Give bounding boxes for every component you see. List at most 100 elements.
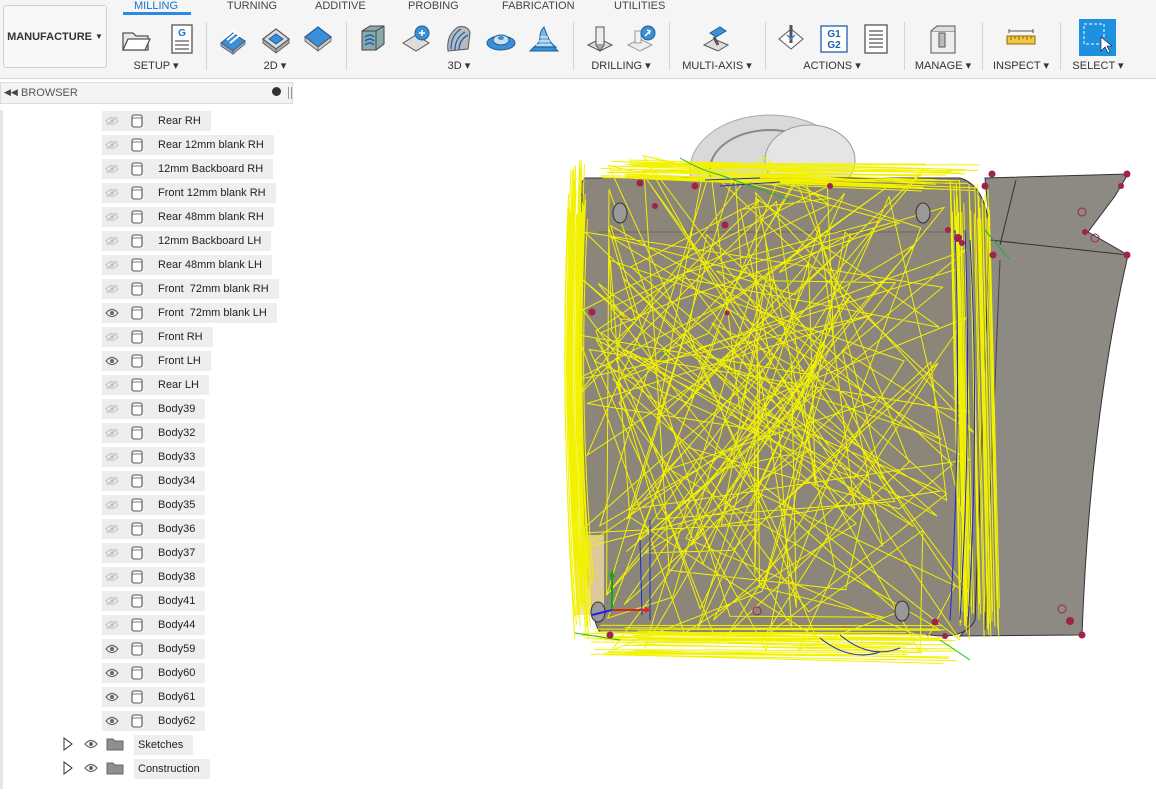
- resize-handle[interactable]: [288, 87, 292, 99]
- eye-hidden-icon[interactable]: [102, 399, 122, 419]
- collapse-panel-icon[interactable]: ◀◀: [4, 87, 18, 98]
- body-icon: [128, 711, 146, 731]
- tab-probing[interactable]: PROBING: [408, 0, 459, 12]
- browser-body-row[interactable]: Front 72mm blank RH: [102, 279, 279, 299]
- eye-hidden-icon[interactable]: [102, 327, 122, 347]
- eye-hidden-icon[interactable]: [102, 543, 122, 563]
- 3d-scallop-icon[interactable]: [528, 23, 560, 55]
- browser-body-row[interactable]: Body38: [102, 567, 206, 587]
- eye-hidden-icon[interactable]: [102, 495, 122, 515]
- tab-milling[interactable]: MILLING: [134, 0, 178, 12]
- eye-icon[interactable]: [102, 303, 122, 323]
- browser-body-row[interactable]: Body35: [102, 495, 206, 515]
- manage-menu[interactable]: MANAGE ▾: [910, 59, 976, 72]
- browser-body-row[interactable]: Body44: [102, 615, 206, 635]
- drill-icon[interactable]: [584, 23, 616, 55]
- eye-icon[interactable]: [102, 639, 122, 659]
- browser-body-row[interactable]: Rear LH: [102, 375, 209, 395]
- browser-body-row[interactable]: Body60: [102, 663, 206, 683]
- browser-body-row[interactable]: Body39: [102, 399, 206, 419]
- browser-body-row[interactable]: 12mm Backboard LH: [102, 231, 272, 251]
- eye-icon[interactable]: [102, 663, 122, 683]
- actions-menu[interactable]: ACTIONS ▾: [772, 59, 892, 72]
- new-setup-icon[interactable]: [120, 23, 152, 55]
- hole-recognition-icon[interactable]: [626, 23, 658, 55]
- eye-hidden-icon[interactable]: [102, 183, 122, 203]
- browser-body-row[interactable]: Body36: [102, 519, 206, 539]
- browser-body-row[interactable]: Front RH: [102, 327, 213, 347]
- 2d-menu[interactable]: 2D ▾: [212, 59, 338, 72]
- 2d-pocket-icon[interactable]: [260, 23, 292, 55]
- multi-axis-menu[interactable]: MULTI-AXIS ▾: [678, 59, 756, 72]
- eye-icon[interactable]: [102, 687, 122, 707]
- eye-hidden-icon[interactable]: [102, 615, 122, 635]
- browser-body-row[interactable]: Rear RH: [102, 111, 211, 131]
- eye-hidden-icon[interactable]: [102, 135, 122, 155]
- 2d-adaptive-icon[interactable]: [217, 23, 249, 55]
- tab-fabrication[interactable]: FABRICATION: [502, 0, 575, 12]
- tab-utilities[interactable]: UTILITIES: [614, 0, 665, 12]
- tab-turning[interactable]: TURNING: [227, 0, 277, 12]
- inspect-menu[interactable]: INSPECT ▾: [990, 59, 1052, 72]
- browser-folder-row[interactable]: Sketches: [62, 735, 194, 755]
- browser-body-row[interactable]: Rear 48mm blank RH: [102, 207, 274, 227]
- 2d-face-icon[interactable]: [302, 23, 334, 55]
- eye-icon[interactable]: [102, 711, 122, 731]
- select-menu[interactable]: SELECT ▾: [1068, 59, 1128, 72]
- browser-body-row[interactable]: 12mm Backboard RH: [102, 159, 274, 179]
- eye-hidden-icon[interactable]: [102, 375, 122, 395]
- 3d-menu[interactable]: 3D ▾: [352, 59, 566, 72]
- eye-hidden-icon[interactable]: [102, 423, 122, 443]
- eye-hidden-icon[interactable]: [102, 231, 122, 251]
- workspace-switcher-button[interactable]: MANUFACTURE ▼: [3, 5, 107, 68]
- browser-body-row[interactable]: Body41: [102, 591, 206, 611]
- expand-triangle-icon[interactable]: [62, 736, 74, 754]
- canvas-viewport[interactable]: [300, 80, 1156, 789]
- browser-body-row[interactable]: Body62: [102, 711, 206, 731]
- pin-icon[interactable]: [272, 87, 281, 96]
- 3d-parallel-icon[interactable]: [485, 23, 517, 55]
- eye-hidden-icon[interactable]: [102, 207, 122, 227]
- browser-body-row[interactable]: Front 72mm blank LH: [102, 303, 277, 323]
- tool-library-icon[interactable]: [927, 23, 959, 55]
- multi-axis-icon[interactable]: [700, 23, 732, 55]
- browser-body-row[interactable]: Front 12mm blank RH: [102, 183, 276, 203]
- eye-icon[interactable]: [84, 763, 98, 776]
- setup-sheet-icon[interactable]: [860, 23, 892, 55]
- browser-body-row[interactable]: Body32: [102, 423, 206, 443]
- g-code-setup-icon[interactable]: G: [166, 23, 198, 55]
- browser-body-row[interactable]: Body33: [102, 447, 206, 467]
- browser-body-row[interactable]: Body34: [102, 471, 206, 491]
- browser-body-row[interactable]: Body59: [102, 639, 206, 659]
- select-icon[interactable]: [1079, 19, 1116, 56]
- eye-hidden-icon[interactable]: [102, 255, 122, 275]
- eye-hidden-icon[interactable]: [102, 591, 122, 611]
- tab-additive[interactable]: ADDITIVE: [315, 0, 366, 12]
- browser-folder-row[interactable]: Construction: [62, 759, 210, 779]
- body-icon: [128, 183, 146, 203]
- eye-hidden-icon[interactable]: [102, 447, 122, 467]
- tree-scrollbar[interactable]: [0, 110, 3, 789]
- expand-triangle-icon[interactable]: [62, 760, 74, 778]
- eye-hidden-icon[interactable]: [102, 519, 122, 539]
- browser-body-row[interactable]: Front LH: [102, 351, 211, 371]
- simulate-icon[interactable]: [775, 23, 807, 55]
- eye-hidden-icon[interactable]: [102, 111, 122, 131]
- browser-body-row[interactable]: Body61: [102, 687, 206, 707]
- 3d-pocket-icon[interactable]: [400, 23, 432, 55]
- setup-menu[interactable]: SETUP ▾: [112, 59, 200, 72]
- browser-body-row[interactable]: Rear 48mm blank LH: [102, 255, 272, 275]
- eye-hidden-icon[interactable]: [102, 159, 122, 179]
- eye-hidden-icon[interactable]: [102, 471, 122, 491]
- 3d-adaptive-icon[interactable]: [357, 23, 389, 55]
- drilling-menu[interactable]: DRILLING ▾: [578, 59, 664, 72]
- browser-body-row[interactable]: Body37: [102, 543, 206, 563]
- eye-hidden-icon[interactable]: [102, 567, 122, 587]
- browser-body-row[interactable]: Rear 12mm blank RH: [102, 135, 274, 155]
- measure-icon[interactable]: [1005, 23, 1037, 55]
- 3d-contour-icon[interactable]: [442, 23, 474, 55]
- eye-icon[interactable]: [102, 351, 122, 371]
- eye-icon[interactable]: [84, 739, 98, 752]
- post-process-icon[interactable]: G1 G2: [818, 23, 850, 55]
- eye-hidden-icon[interactable]: [102, 279, 122, 299]
